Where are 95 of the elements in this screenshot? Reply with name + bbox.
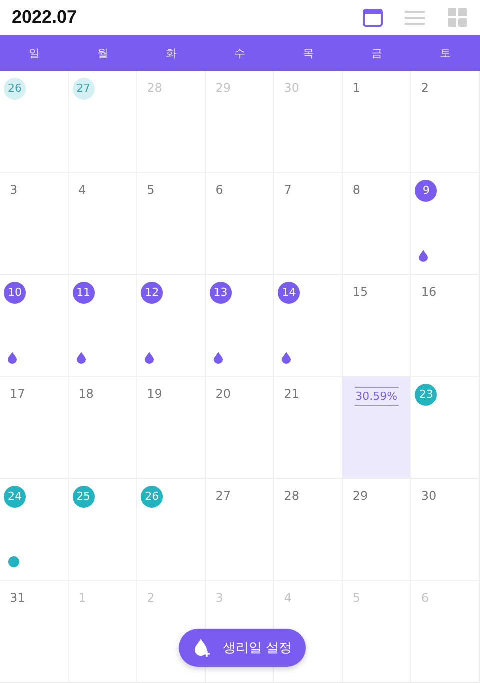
fertile-day: 25 (72, 486, 95, 508)
day-number: 4 (78, 183, 86, 197)
day-cell[interactable]: 15 (342, 275, 412, 377)
day-cell[interactable]: 5 (137, 173, 206, 275)
day-number: 28 (284, 489, 300, 503)
day-number: 30 (421, 489, 437, 503)
day-cell[interactable]: 9 (411, 173, 480, 275)
pregnancy-chance: 30.59% (354, 387, 399, 406)
day-number: 8 (352, 183, 360, 197)
period-day: 9 (415, 180, 438, 202)
day-number: 1 (78, 591, 86, 605)
day-number: 19 (147, 387, 162, 401)
day-cell[interactable]: 3 (0, 173, 69, 275)
day-number: 4 (284, 591, 292, 605)
weekday-label: 토 (440, 46, 452, 60)
day-number: 28 (147, 81, 162, 95)
day-cell[interactable]: 17 (0, 377, 69, 479)
day-number: 18 (78, 387, 94, 401)
period-day: 12 (141, 282, 164, 304)
weekday-label: 월 (97, 46, 108, 60)
day-cell[interactable]: 4 (68, 173, 138, 275)
period-day: 14 (278, 282, 300, 304)
weekday-label: 목 (303, 46, 314, 60)
day-cell[interactable]: 14 (274, 275, 343, 377)
day-cell[interactable]: 2 (411, 71, 480, 173)
day-cell[interactable]: 6 (206, 173, 274, 275)
day-number: 7 (284, 183, 292, 197)
day-cell[interactable]: 1 (342, 71, 412, 173)
dot-icon (8, 556, 20, 568)
day-cell[interactable]: 31 (0, 581, 69, 683)
drop-plus-icon (192, 638, 213, 658)
day-number: 5 (352, 591, 360, 605)
day-cell[interactable]: 26 (137, 479, 206, 581)
day-cell[interactable]: 13 (206, 275, 274, 377)
day-number: 31 (10, 591, 26, 605)
day-number: 3 (216, 591, 224, 605)
day-number: 27 (216, 489, 231, 503)
drop-icon (145, 352, 154, 364)
drop-icon (214, 352, 223, 364)
fertile-day: 27 (72, 78, 95, 100)
weekday-label: 금 (372, 46, 383, 60)
day-number: 5 (147, 183, 155, 197)
day-number: 16 (421, 285, 437, 299)
day-number: 1 (352, 81, 360, 95)
day-cell[interactable]: 21 (274, 377, 343, 479)
day-number: 21 (284, 387, 300, 401)
fertile-day: 26 (141, 486, 164, 508)
day-number: 15 (352, 285, 368, 299)
period-day: 11 (72, 282, 95, 304)
day-number: 2 (421, 81, 430, 95)
fertile-day: 23 (415, 384, 438, 406)
day-cell[interactable]: 11 (68, 275, 138, 377)
drop-icon (419, 250, 428, 262)
day-number: 29 (352, 489, 368, 503)
fertile-day: 24 (4, 486, 26, 508)
grid-icon (448, 8, 466, 27)
day-cell[interactable]: 7 (274, 173, 343, 275)
day-cell[interactable]: 12 (137, 275, 206, 377)
day-number: 6 (216, 183, 224, 197)
drop-icon (282, 352, 292, 364)
day-cell[interactable]: 25 (68, 479, 138, 581)
day-number: 6 (421, 591, 430, 605)
day-cell[interactable]: 18 (68, 377, 138, 479)
day-cell[interactable]: 30 (411, 479, 480, 581)
day-cell[interactable]: 23 (411, 377, 480, 479)
day-cell[interactable]: 20 (206, 377, 274, 479)
day-cell[interactable]: 26 (0, 71, 69, 173)
period-day: 13 (210, 282, 232, 304)
day-number: 17 (10, 387, 26, 401)
day-cell[interactable]: 10 (0, 275, 69, 377)
day-number: 3 (10, 183, 18, 197)
drop-icon (76, 352, 86, 364)
day-cell[interactable]: 8 (342, 173, 412, 275)
month-title: 2022.07 (12, 7, 78, 28)
day-cell[interactable]: 16 (411, 275, 480, 377)
day-cell[interactable]: 29 (342, 479, 412, 581)
day-cell[interactable]: 24 (0, 479, 69, 581)
weekday-label: 수 (234, 46, 246, 60)
calendar-icon (363, 8, 383, 27)
day-number: 30 (284, 81, 300, 95)
period-day: 10 (4, 282, 26, 304)
day-number: 20 (216, 387, 231, 401)
weekday-label: 화 (166, 46, 177, 60)
day-cell[interactable]: 30.59% (342, 377, 412, 479)
drop-icon (8, 352, 17, 364)
fertile-day: 26 (4, 78, 26, 100)
day-cell[interactable]: 27 (206, 479, 274, 581)
weekday-label: 일 (28, 46, 40, 60)
day-number: 2 (147, 591, 155, 605)
day-cell[interactable]: 28 (274, 479, 343, 581)
list-icon (405, 10, 425, 26)
period-setting-button[interactable]: 생리일 설정 (179, 629, 306, 667)
day-cell[interactable]: 27 (68, 71, 138, 173)
day-number: 29 (216, 81, 231, 95)
day-cell[interactable]: 19 (137, 377, 206, 479)
